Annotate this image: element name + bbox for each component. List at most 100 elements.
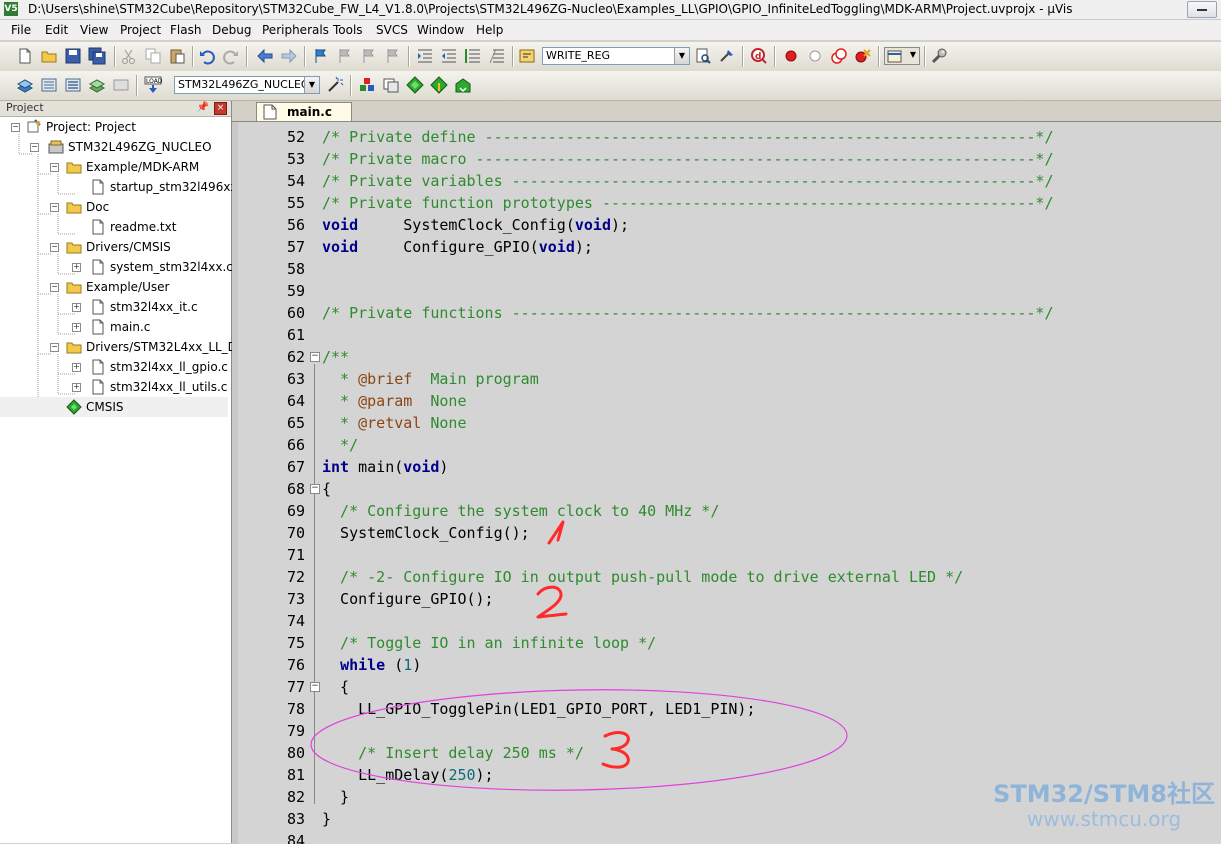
save-button[interactable]: [64, 47, 82, 65]
code-line[interactable]: 57 void Configure_GPIO(void);: [232, 236, 1221, 258]
uncomment-button[interactable]: [488, 47, 506, 65]
incremental-find-button[interactable]: [718, 47, 736, 65]
code-editor[interactable]: 52 /* Private define --------------------…: [232, 121, 1221, 844]
tree-item[interactable]: + stm32l4xx_ll_utils.c: [0, 377, 228, 397]
code-line[interactable]: 66 */: [232, 434, 1221, 456]
open-file-button[interactable]: [40, 47, 58, 65]
undo-button[interactable]: [198, 47, 216, 65]
enable-breakpoint-button[interactable]: [806, 47, 824, 65]
translate-button[interactable]: [16, 76, 34, 94]
window-layout-button[interactable]: ▼: [884, 47, 920, 65]
menu-peripherals[interactable]: Peripherals: [262, 23, 329, 37]
tree-item[interactable]: − Project: Project: [0, 117, 228, 137]
tree-item[interactable]: startup_stm32l496xx.s: [0, 177, 248, 197]
copy-configuration-button[interactable]: [382, 76, 400, 94]
collapse-icon[interactable]: −: [30, 143, 39, 152]
code-line[interactable]: 65 * @retval None: [232, 412, 1221, 434]
code-line[interactable]: 79: [232, 720, 1221, 742]
build-button[interactable]: [40, 76, 58, 94]
menu-tools[interactable]: Tools: [333, 23, 363, 37]
tab-main-c[interactable]: main.c: [256, 102, 352, 121]
new-file-button[interactable]: [16, 47, 34, 65]
minimize-button[interactable]: [1187, 1, 1217, 18]
fold-toggle-icon[interactable]: −: [310, 682, 320, 692]
copy-button[interactable]: [144, 47, 162, 65]
find-in-files-button[interactable]: [518, 47, 536, 65]
tree-item[interactable]: − Drivers/CMSIS: [0, 237, 228, 257]
code-line[interactable]: 59: [232, 280, 1221, 302]
tree-item[interactable]: − Doc: [0, 197, 228, 217]
paste-button[interactable]: [168, 47, 186, 65]
tree-item[interactable]: + system_stm32l4xx.c: [0, 257, 233, 277]
chevron-down-icon[interactable]: ▼: [674, 48, 689, 64]
code-line[interactable]: 58: [232, 258, 1221, 280]
code-line[interactable]: 77− {: [232, 676, 1221, 698]
tree-item[interactable]: + stm32l4xx_ll_gpio.c: [0, 357, 228, 377]
bookmark-clear-button[interactable]: [384, 47, 402, 65]
configure-button[interactable]: [930, 47, 948, 65]
code-line[interactable]: 75 /* Toggle IO in an infinite loop */: [232, 632, 1221, 654]
save-all-button[interactable]: [88, 47, 106, 65]
insert-breakpoint-button[interactable]: [782, 47, 800, 65]
comment-button[interactable]: [464, 47, 482, 65]
menu-help[interactable]: Help: [476, 23, 503, 37]
start-debug-button[interactable]: d: [750, 47, 768, 65]
code-line[interactable]: 54 /* Private variables -----------------…: [232, 170, 1221, 192]
code-line[interactable]: 68−{: [232, 478, 1221, 500]
chevron-down-icon[interactable]: ▼: [304, 77, 319, 93]
stop-build-button[interactable]: [112, 76, 130, 94]
tree-item[interactable]: − Drivers/STM32L4xx_LL_Driv: [0, 337, 252, 357]
tree-item[interactable]: + stm32l4xx_it.c: [0, 297, 228, 317]
navigate-back-button[interactable]: [256, 47, 274, 65]
code-line[interactable]: 70 SystemClock_Config();: [232, 522, 1221, 544]
menu-flash[interactable]: Flash: [170, 23, 201, 37]
collapse-icon[interactable]: −: [50, 203, 59, 212]
menu-file[interactable]: File: [11, 23, 31, 37]
fold-toggle-icon[interactable]: −: [310, 484, 320, 494]
find-combo[interactable]: WRITE_REG ▼: [542, 47, 690, 65]
code-line[interactable]: 71: [232, 544, 1221, 566]
code-line[interactable]: 56 void SystemClock_Config(void);: [232, 214, 1221, 236]
collapse-icon[interactable]: −: [50, 343, 59, 352]
tree-item[interactable]: − Example/User: [0, 277, 228, 297]
collapse-icon[interactable]: −: [50, 283, 59, 292]
tree-item[interactable]: + main.c: [0, 317, 228, 337]
download-button[interactable]: LOAD: [144, 76, 162, 94]
code-line[interactable]: 53 /* Private macro ---------------------…: [232, 148, 1221, 170]
select-software-packs-button[interactable]: [430, 76, 448, 94]
code-line[interactable]: 67 int main(void): [232, 456, 1221, 478]
bookmark-prev-button[interactable]: [336, 47, 354, 65]
menu-project[interactable]: Project: [120, 23, 161, 37]
code-line[interactable]: 74: [232, 610, 1221, 632]
unindent-button[interactable]: [440, 47, 458, 65]
rebuild-button[interactable]: [64, 76, 82, 94]
manage-project-items-button[interactable]: [358, 76, 376, 94]
code-line[interactable]: 78 LL_GPIO_TogglePin(LED1_GPIO_PORT, LED…: [232, 698, 1221, 720]
manage-run-time-environment-button[interactable]: [406, 76, 424, 94]
menu-view[interactable]: View: [80, 23, 108, 37]
code-line[interactable]: 80 /* Insert delay 250 ms */: [232, 742, 1221, 764]
tree-item[interactable]: − STM32L496ZG_NUCLEO: [0, 137, 228, 157]
pin-icon[interactable]: 📌: [197, 102, 209, 113]
expand-icon[interactable]: +: [72, 363, 81, 372]
menu-window[interactable]: Window: [417, 23, 464, 37]
close-icon[interactable]: ×: [214, 102, 227, 115]
collapse-icon[interactable]: −: [50, 163, 59, 172]
expand-icon[interactable]: +: [72, 323, 81, 332]
menu-edit[interactable]: Edit: [45, 23, 68, 37]
code-line[interactable]: 84: [232, 830, 1221, 844]
target-combo[interactable]: STM32L496ZG_NUCLEO ▼: [174, 76, 320, 94]
find-button[interactable]: [694, 47, 712, 65]
code-line[interactable]: 69 /* Configure the system clock to 40 M…: [232, 500, 1221, 522]
expand-icon[interactable]: +: [72, 383, 81, 392]
target-options-button[interactable]: [326, 76, 344, 94]
code-line[interactable]: 64 * @param None: [232, 390, 1221, 412]
navigate-forward-button[interactable]: [280, 47, 298, 65]
cut-button[interactable]: [120, 47, 138, 65]
pack-installer-button[interactable]: [454, 76, 472, 94]
expand-icon[interactable]: +: [72, 263, 81, 272]
code-line[interactable]: 60 /* Private functions -----------------…: [232, 302, 1221, 324]
code-line[interactable]: 63 * @brief Main program: [232, 368, 1221, 390]
expand-icon[interactable]: +: [72, 303, 81, 312]
redo-button[interactable]: [222, 47, 240, 65]
